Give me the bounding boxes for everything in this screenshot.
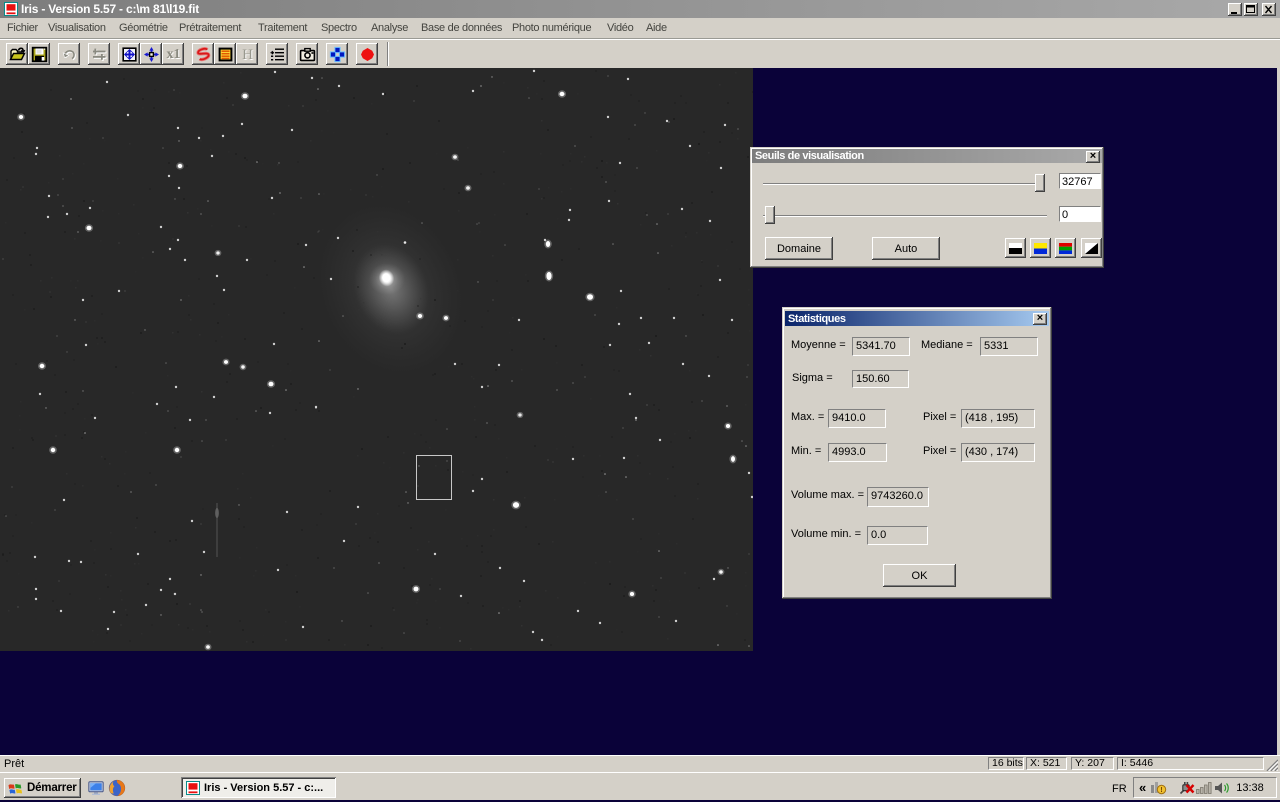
svg-text:x1: x1 bbox=[166, 47, 180, 62]
svg-text:H: H bbox=[242, 47, 253, 63]
svg-text:!: ! bbox=[1161, 787, 1163, 794]
